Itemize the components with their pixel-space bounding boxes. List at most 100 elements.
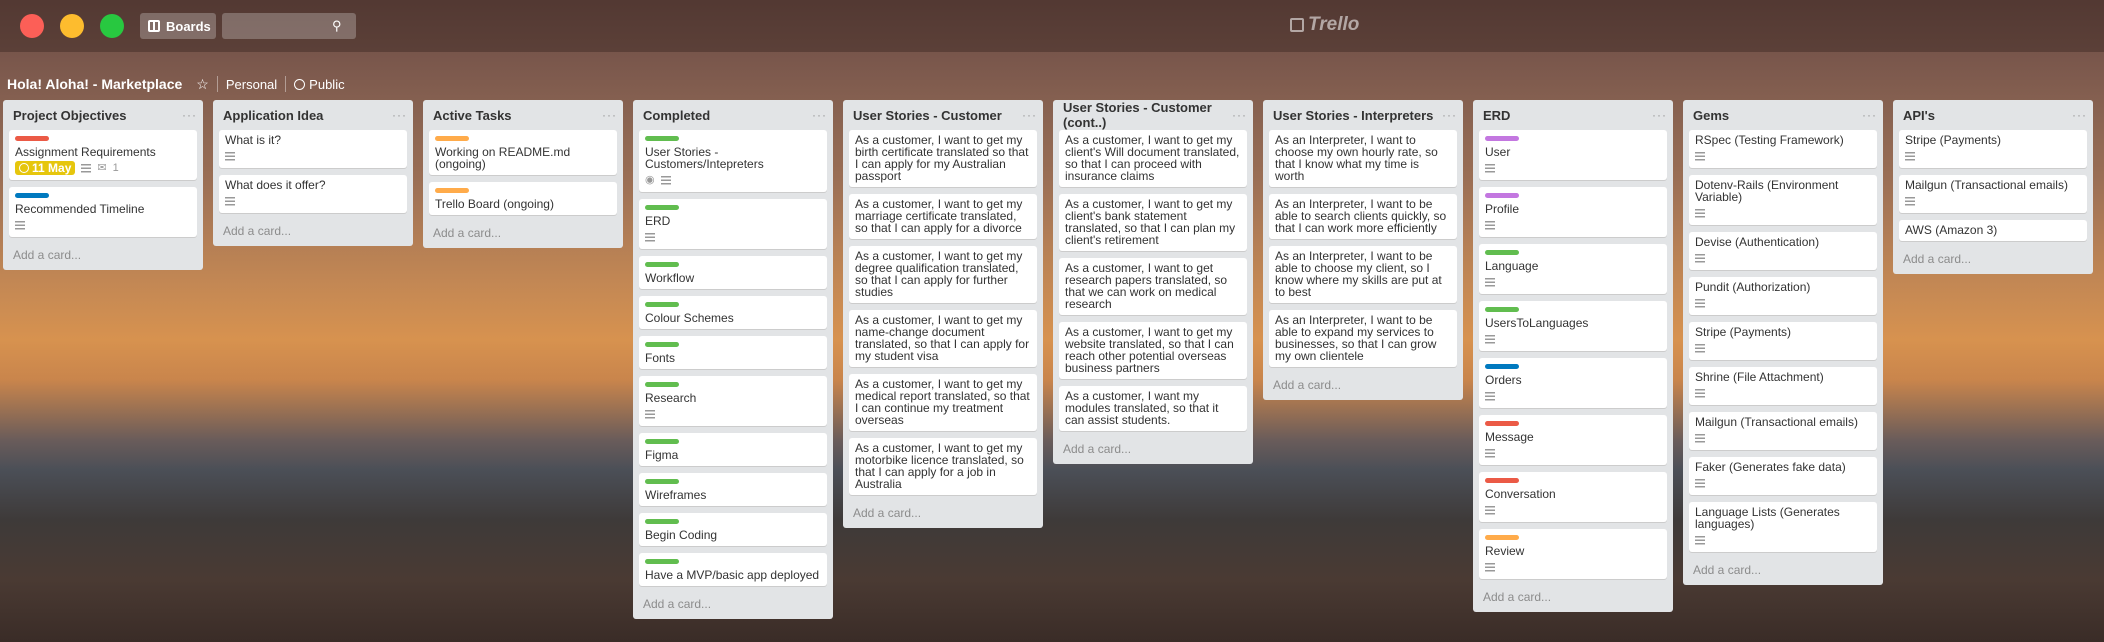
card[interactable]: Wireframes <box>639 473 827 506</box>
list-menu-icon[interactable]: ··· <box>2072 108 2087 122</box>
card[interactable]: Conversation <box>1479 472 1667 522</box>
card[interactable]: Assignment Requirements 11 May ✉ 1 <box>9 130 197 180</box>
list-header[interactable]: ERD ··· <box>1479 100 1667 130</box>
card[interactable]: As a customer, I want to get my marriage… <box>849 194 1037 239</box>
card[interactable]: AWS (Amazon 3) <box>1899 220 2087 241</box>
card[interactable]: What does it offer? <box>219 175 407 213</box>
card[interactable]: As an Interpreter, I want to be able to … <box>1269 246 1457 303</box>
add-card-button[interactable]: Add a card... <box>1899 248 2087 268</box>
card[interactable]: Stripe (Payments) <box>1689 322 1877 360</box>
card[interactable]: User <box>1479 130 1667 180</box>
boards-button[interactable]: Boards <box>140 13 216 39</box>
list-title[interactable]: User Stories - Customer <box>853 108 1002 123</box>
card[interactable]: Begin Coding <box>639 513 827 546</box>
card[interactable]: Figma <box>639 433 827 466</box>
list-header[interactable]: Project Objectives ··· <box>9 100 197 130</box>
card[interactable]: Have a MVP/basic app deployed <box>639 553 827 586</box>
list[interactable]: Gems ··· RSpec (Testing Framework) Dotenv-R… <box>1683 100 1883 585</box>
add-card-button[interactable]: Add a card... <box>1059 438 1247 458</box>
list-header[interactable]: Application Idea ··· <box>219 100 407 130</box>
add-card-button[interactable]: Add a card... <box>1689 559 1877 579</box>
minimize-window-button[interactable] <box>60 14 84 38</box>
list-title[interactable]: Completed <box>643 108 710 123</box>
add-card-button[interactable]: Add a card... <box>9 244 197 264</box>
card[interactable]: Dotenv-Rails (Environment Variable) <box>1689 175 1877 225</box>
card[interactable]: As an Interpreter, I want to be able to … <box>1269 310 1457 367</box>
list[interactable]: Application Idea ··· What is it? What does … <box>213 100 413 246</box>
list-title[interactable]: ERD <box>1483 108 1510 123</box>
card[interactable]: Message <box>1479 415 1667 465</box>
list-menu-icon[interactable]: ··· <box>812 108 827 122</box>
maximize-window-button[interactable] <box>100 14 124 38</box>
card[interactable]: Workflow <box>639 256 827 289</box>
card[interactable]: Language <box>1479 244 1667 294</box>
card[interactable]: As an Interpreter, I want to choose my o… <box>1269 130 1457 187</box>
card[interactable]: As a customer, I want to get my client's… <box>1059 130 1247 187</box>
card[interactable]: Mailgun (Transactional emails) <box>1689 412 1877 450</box>
list-menu-icon[interactable]: ··· <box>182 108 197 122</box>
card[interactable]: Stripe (Payments) <box>1899 130 2087 168</box>
card[interactable]: Review <box>1479 529 1667 579</box>
add-card-button[interactable]: Add a card... <box>219 220 407 240</box>
add-card-button[interactable]: Add a card... <box>1269 374 1457 394</box>
list-header[interactable]: API's ··· <box>1899 100 2087 130</box>
card[interactable]: Trello Board (ongoing) <box>429 182 617 215</box>
add-card-button[interactable]: Add a card... <box>849 502 1037 522</box>
card[interactable]: ERD <box>639 199 827 249</box>
card[interactable]: As a customer, I want to get my medical … <box>849 374 1037 431</box>
card[interactable]: As a customer, I want to get my birth ce… <box>849 130 1037 187</box>
card[interactable]: As a customer, I want to get my client's… <box>1059 194 1247 251</box>
list-title[interactable]: Active Tasks <box>433 108 512 123</box>
card[interactable]: Profile <box>1479 187 1667 237</box>
list[interactable]: API's ··· Stripe (Payments) Mailgun (Transa… <box>1893 100 2093 274</box>
card[interactable]: Mailgun (Transactional emails) <box>1899 175 2087 213</box>
card[interactable]: Faker (Generates fake data) <box>1689 457 1877 495</box>
list-title[interactable]: Gems <box>1693 108 1729 123</box>
card[interactable]: Pundit (Authorization) <box>1689 277 1877 315</box>
list[interactable]: User Stories - Interpreters ··· As an Inte… <box>1263 100 1463 400</box>
card[interactable]: Colour Schemes <box>639 296 827 329</box>
list-menu-icon[interactable]: ··· <box>1442 108 1457 122</box>
card[interactable]: Recommended Timeline <box>9 187 197 237</box>
trello-logo[interactable]: Trello <box>1290 14 1359 36</box>
card[interactable]: Shrine (File Attachment) <box>1689 367 1877 405</box>
list-menu-icon[interactable]: ··· <box>1022 108 1037 122</box>
close-window-button[interactable] <box>20 14 44 38</box>
list-header[interactable]: Gems ··· <box>1689 100 1877 130</box>
card[interactable]: As a customer, I want to get my name-cha… <box>849 310 1037 367</box>
card[interactable]: Devise (Authentication) <box>1689 232 1877 270</box>
card[interactable]: RSpec (Testing Framework) <box>1689 130 1877 168</box>
star-icon[interactable]: ☆ <box>196 76 209 93</box>
add-card-button[interactable]: Add a card... <box>1479 586 1667 606</box>
list-menu-icon[interactable]: ··· <box>392 108 407 122</box>
list[interactable]: User Stories - Customer ··· As a customer,… <box>843 100 1043 528</box>
card[interactable]: Fonts <box>639 336 827 369</box>
personal-button[interactable]: Personal <box>226 77 277 92</box>
card[interactable]: As a customer, I want to get my motorbik… <box>849 438 1037 495</box>
card[interactable]: User Stories - Customers/Intepreters ◉ <box>639 130 827 192</box>
list-menu-icon[interactable]: ··· <box>1862 108 1877 122</box>
list-title[interactable]: Application Idea <box>223 108 323 123</box>
list-menu-icon[interactable]: ··· <box>1652 108 1667 122</box>
list-header[interactable]: Completed ··· <box>639 100 827 130</box>
list-title[interactable]: User Stories - Interpreters <box>1273 108 1433 123</box>
list[interactable]: User Stories - Customer (cont..) ··· As a … <box>1053 100 1253 464</box>
add-card-button[interactable]: Add a card... <box>429 222 617 242</box>
card[interactable]: As a customer, I want to get my degree q… <box>849 246 1037 303</box>
list-title[interactable]: Project Objectives <box>13 108 126 123</box>
list[interactable]: Active Tasks ··· Working on README.md (ong… <box>423 100 623 248</box>
card[interactable]: Orders <box>1479 358 1667 408</box>
list-header[interactable]: User Stories - Interpreters ··· <box>1269 100 1457 130</box>
card[interactable]: Language Lists (Generates languages) <box>1689 502 1877 552</box>
list[interactable]: Completed ··· User Stories - Customers/Int… <box>633 100 833 619</box>
list-header[interactable]: Active Tasks ··· <box>429 100 617 130</box>
card[interactable]: As a customer, I want to get my website … <box>1059 322 1247 379</box>
card[interactable]: As a customer, I want to get research pa… <box>1059 258 1247 315</box>
list-header[interactable]: User Stories - Customer ··· <box>849 100 1037 130</box>
list-title[interactable]: User Stories - Customer (cont..) <box>1063 100 1232 130</box>
search-input[interactable]: ⚲ <box>222 13 356 39</box>
list-menu-icon[interactable]: ··· <box>602 108 617 122</box>
search-icon[interactable]: ⚲ <box>332 18 348 34</box>
list-title[interactable]: API's <box>1903 108 1935 123</box>
list[interactable]: ERD ··· User Profile Language UsersToLanguage… <box>1473 100 1673 612</box>
